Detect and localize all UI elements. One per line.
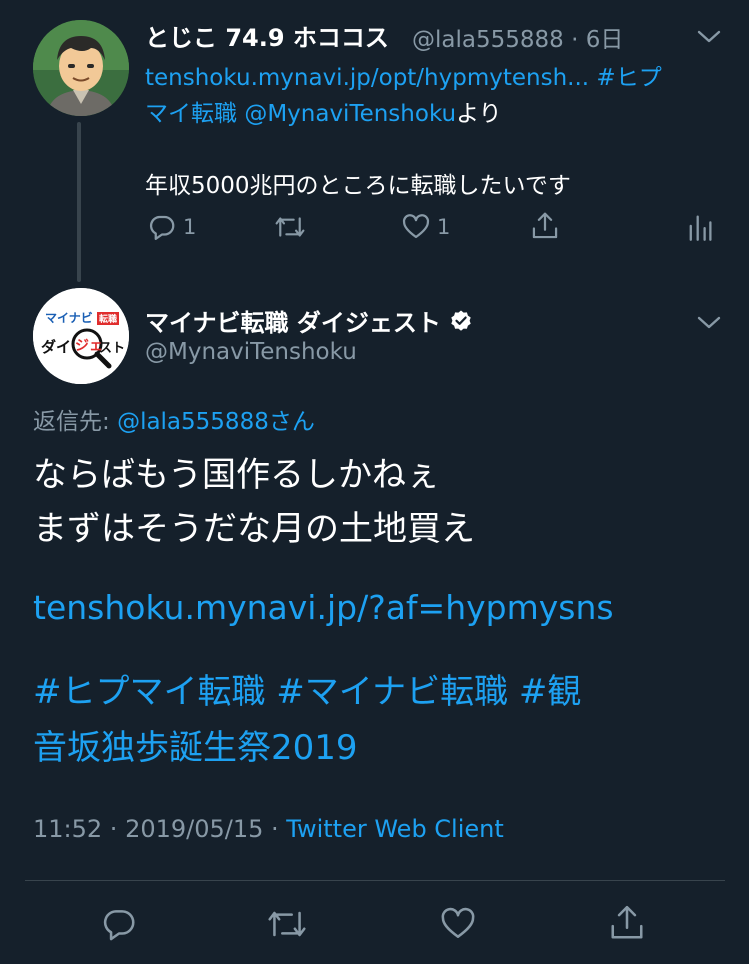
main-display-name: マイナビ転職 ダイジェスト bbox=[145, 309, 441, 337]
tweet-client[interactable]: Twitter Web Client bbox=[286, 815, 504, 843]
parent-reply-action[interactable]: 1 bbox=[147, 212, 196, 242]
parent-tweet-avatar[interactable] bbox=[33, 20, 129, 116]
parent-mention-line: マイ転職 @MynaviTenshokuより bbox=[145, 94, 502, 128]
meta-separator: · bbox=[102, 815, 126, 843]
replying-to-label: 返信先: bbox=[33, 409, 118, 435]
hashtags-line-1[interactable]: #ヒプマイ転職 #マイナビ転職 #観 bbox=[33, 664, 581, 720]
main-tweet-avatar[interactable]: マイナビ 転職 ダイ ジェ スト bbox=[33, 288, 129, 384]
parent-analytics-action[interactable] bbox=[687, 212, 713, 242]
parent-handle-and-time: @lala555888 · 6日 bbox=[412, 20, 623, 54]
hashtags-line-2[interactable]: 音坂独歩誕生祭2019 bbox=[33, 720, 581, 776]
replying-to-line: 返信先: @lala555888さん bbox=[33, 402, 315, 436]
main-tweet-hashtags[interactable]: #ヒプマイ転職 #マイナビ転職 #観 音坂独歩誕生祭2019 bbox=[33, 664, 581, 776]
logo-brand-text: マイナビ bbox=[45, 310, 93, 325]
retweet-icon bbox=[268, 911, 306, 937]
reply-icon bbox=[103, 910, 135, 941]
analytics-icon bbox=[689, 215, 712, 241]
heart-icon bbox=[441, 907, 475, 938]
main-tweet-body: ならばもう国作るしかねぇ まずはそうだな月の土地買え bbox=[33, 448, 475, 556]
thread-connector-line bbox=[77, 122, 81, 282]
parent-display-name[interactable]: とじこ 74.9 ホココス bbox=[145, 18, 389, 53]
parent-share-action[interactable] bbox=[530, 210, 560, 242]
replying-to-suffix[interactable]: さん bbox=[269, 409, 315, 435]
main-reply-action[interactable] bbox=[100, 905, 138, 943]
main-body-line-1: ならばもう国作るしかねぇ bbox=[33, 455, 440, 495]
main-display-name-row[interactable]: マイナビ転職 ダイジェスト bbox=[145, 303, 473, 338]
logo-digest-text-3: スト bbox=[99, 341, 125, 356]
mention-suffix: より bbox=[456, 101, 502, 127]
heart-icon bbox=[402, 214, 430, 239]
tweet-date[interactable]: 2019/05/15 bbox=[125, 815, 263, 843]
replying-to-handle[interactable]: @lala555888 bbox=[117, 409, 269, 435]
logo-digest-text-1: ダイ bbox=[41, 338, 71, 356]
main-retweet-action[interactable] bbox=[265, 905, 309, 943]
parent-tweet-body: 年収5000兆円のところに転職したいです bbox=[145, 173, 571, 199]
share-icon bbox=[611, 905, 643, 939]
parent-handle[interactable]: @lala555888 bbox=[412, 27, 564, 53]
parent-link-line: tenshoku.mynavi.jp/opt/hypmytensh... #ヒプ bbox=[145, 58, 662, 92]
parent-tweet-link[interactable]: tenshoku.mynavi.jp/opt/hypmytensh... bbox=[145, 65, 589, 91]
main-like-action[interactable] bbox=[438, 905, 478, 943]
mynavi-digest-logo: マイナビ 転職 ダイ ジェ スト bbox=[33, 288, 129, 384]
verified-badge-icon bbox=[451, 310, 471, 331]
parent-hashtag-part1[interactable]: #ヒプ bbox=[596, 65, 661, 91]
main-body-line-2: まずはそうだな月の土地買え bbox=[33, 509, 475, 549]
retweet-icon bbox=[275, 217, 305, 237]
main-tweet-url[interactable]: tenshoku.mynavi.jp/?af=hypmysns bbox=[33, 588, 614, 627]
share-icon bbox=[532, 212, 558, 239]
main-share-action[interactable] bbox=[608, 902, 646, 944]
parent-like-action[interactable]: 1 bbox=[401, 212, 450, 242]
main-handle[interactable]: @MynaviTenshoku bbox=[145, 339, 357, 365]
parent-reply-count: 1 bbox=[183, 215, 197, 239]
reply-icon bbox=[149, 215, 175, 240]
parent-time[interactable]: 6日 bbox=[586, 27, 624, 53]
parent-like-count: 1 bbox=[437, 215, 451, 239]
time-separator: · bbox=[571, 27, 579, 53]
action-bar-divider bbox=[25, 880, 725, 881]
tweet-time[interactable]: 11:52 bbox=[33, 815, 102, 843]
parent-mention[interactable]: @MynaviTenshoku bbox=[244, 101, 456, 127]
logo-tag-text: 転職 bbox=[99, 313, 117, 325]
chevron-down-icon[interactable] bbox=[696, 27, 722, 45]
chevron-down-icon[interactable] bbox=[696, 313, 722, 331]
parent-hashtag-part2[interactable]: マイ転職 bbox=[145, 101, 237, 127]
parent-retweet-action[interactable] bbox=[273, 212, 307, 242]
avatar-illustration bbox=[33, 20, 129, 116]
meta-separator-2: · bbox=[263, 815, 287, 843]
tweet-meta: 11:52 · 2019/05/15 · Twitter Web Client bbox=[33, 815, 504, 843]
